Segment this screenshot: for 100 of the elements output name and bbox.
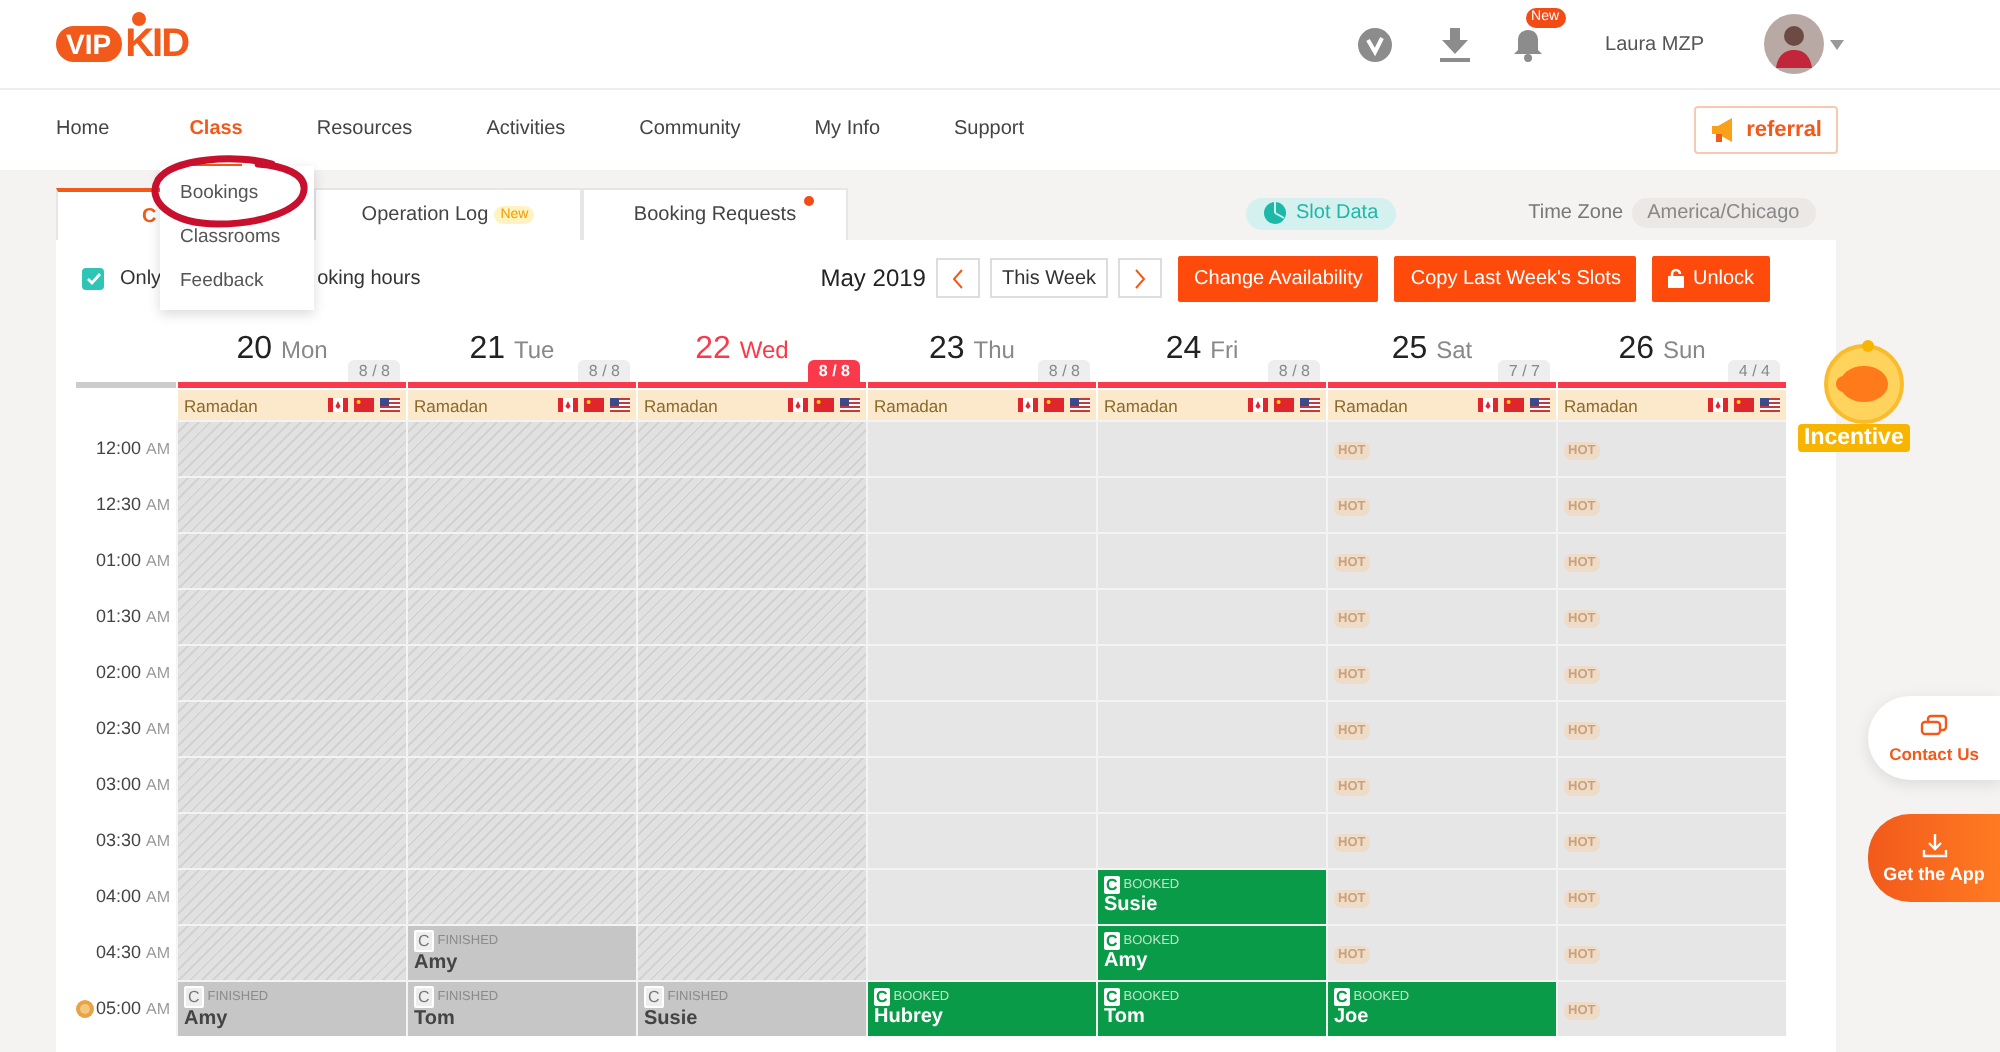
person-dot-icon — [132, 11, 146, 25]
pie-chart-icon — [1264, 202, 1286, 224]
student-name: Susie — [644, 1008, 700, 1032]
time-label: 05:00 AM — [95, 998, 170, 1018]
us-flag-icon — [1300, 398, 1320, 412]
student-name: Tom — [414, 1008, 457, 1032]
nav-link[interactable]: Home — [56, 92, 110, 168]
nav-link[interactable]: Resources — [316, 92, 413, 168]
student-name: Tom — [1104, 1006, 1147, 1030]
china-flag-icon — [354, 398, 374, 412]
menu-item[interactable]: Classrooms — [180, 225, 281, 247]
course-tag: C — [874, 988, 890, 1006]
open-slot[interactable] — [1096, 420, 1326, 476]
get-app-button[interactable]: Get the App — [1868, 814, 2000, 902]
referral-button[interactable]: referral — [1694, 106, 1838, 154]
tab[interactable]: Booking Requests — [582, 188, 848, 240]
open-slot[interactable] — [866, 420, 1096, 476]
logo-badge[interactable]: VIP — [56, 26, 122, 62]
user-name[interactable]: Laura MZP — [1605, 33, 1704, 55]
time-label: 03:30 AM — [95, 830, 170, 850]
us-flag-icon — [1070, 398, 1090, 412]
avatar[interactable] — [1764, 14, 1824, 74]
course-tag: C — [184, 986, 204, 1008]
circle-check-icon[interactable] — [1357, 27, 1392, 61]
day-heading: 22 Wed — [695, 332, 789, 370]
course-tag: C — [1334, 988, 1350, 1006]
time-label: 12:00 AM — [95, 438, 170, 458]
contact-us-button[interactable]: Contact Us — [1868, 696, 2000, 780]
caret-icon[interactable] — [1830, 39, 1844, 49]
canada-flag-icon — [1708, 398, 1728, 412]
open-slot[interactable] — [866, 644, 1096, 700]
unlock-button[interactable]: Unlock — [1652, 255, 1771, 301]
student-name: Amy — [184, 1008, 230, 1032]
canada-flag-icon — [1248, 398, 1268, 412]
course-tag: C — [1104, 876, 1120, 894]
china-flag-icon — [584, 398, 604, 412]
course-tag: C — [414, 930, 434, 952]
us-flag-icon — [380, 398, 400, 412]
holiday-label: Ramadan — [1334, 395, 1408, 415]
day-heading: 24 Fri — [1165, 332, 1239, 370]
nav-link[interactable]: Activities — [486, 92, 566, 168]
china-flag-icon — [1044, 398, 1064, 412]
course-tag: C — [1104, 932, 1120, 950]
checkbox[interactable] — [82, 267, 104, 289]
slot-count: 8 / 8 — [1268, 360, 1320, 382]
month-label: May 2019 — [820, 264, 926, 292]
slot-count: 8 / 8 — [1038, 360, 1090, 382]
open-slot[interactable] — [866, 476, 1096, 532]
nav-link[interactable]: My Info — [814, 92, 881, 168]
canada-flag-icon — [558, 398, 578, 412]
day-heading: 26 Sun — [1618, 332, 1706, 370]
previous-week-button[interactable] — [935, 258, 980, 298]
nav-link[interactable]: Support — [954, 92, 1025, 168]
lock-icon — [1668, 268, 1685, 288]
canada-flag-icon — [788, 398, 808, 412]
slot-count: 8 / 8 — [808, 360, 860, 382]
time-label: 02:00 AM — [95, 662, 170, 682]
course-tag: C — [1104, 988, 1120, 1006]
open-slot[interactable] — [866, 924, 1096, 980]
holiday-label: Ramadan — [874, 395, 948, 415]
open-slot[interactable] — [866, 756, 1096, 812]
time-label: 01:00 AM — [95, 550, 170, 570]
chat-icon — [1920, 713, 1948, 737]
china-flag-icon — [1734, 398, 1754, 412]
holiday-label: Ramadan — [644, 395, 718, 415]
action-button[interactable]: Change Availability — [1178, 255, 1379, 301]
open-slot[interactable] — [866, 588, 1096, 644]
time-zone-value[interactable]: America/Chicago — [1631, 198, 1816, 228]
slot-count: 4 / 4 — [1728, 360, 1780, 382]
this-week-button[interactable]: This Week — [989, 258, 1109, 298]
holiday-label: Ramadan — [184, 395, 258, 415]
student-name: Amy — [1104, 950, 1150, 974]
menu-item[interactable]: Bookings — [180, 181, 259, 203]
action-button[interactable]: Copy Last Week's Slots — [1394, 255, 1637, 301]
course-tag: C — [414, 986, 434, 1008]
open-slot[interactable] — [866, 812, 1096, 868]
logo-text[interactable]: KID — [125, 21, 189, 67]
slot-count: 8 / 8 — [578, 360, 630, 382]
canada-flag-icon — [1478, 398, 1498, 412]
open-slot[interactable] — [866, 532, 1096, 588]
nav-link[interactable]: Community — [639, 92, 741, 168]
download-icon — [1921, 833, 1947, 857]
download-icon[interactable] — [1439, 27, 1470, 61]
time-label: 03:00 AM — [95, 774, 170, 794]
holiday-label: Ramadan — [1564, 395, 1638, 415]
time-zone-label: Time Zone — [1528, 202, 1624, 224]
open-slot[interactable] — [1096, 812, 1326, 868]
open-slot[interactable] — [866, 868, 1096, 924]
slot-count: 8 / 8 — [348, 360, 400, 382]
menu-item[interactable]: Feedback — [180, 269, 264, 291]
time-label: 04:30 AM — [95, 942, 170, 962]
bell-icon[interactable] — [1513, 27, 1542, 61]
day-heading: 21 Tue — [469, 332, 555, 370]
next-week-button[interactable] — [1118, 258, 1163, 298]
holiday-label: Ramadan — [414, 395, 488, 415]
open-slot[interactable] — [866, 700, 1096, 756]
time-label: 01:30 AM — [95, 606, 170, 626]
student-name: Amy — [414, 952, 460, 976]
china-flag-icon — [1504, 398, 1524, 412]
us-flag-icon — [610, 398, 630, 412]
